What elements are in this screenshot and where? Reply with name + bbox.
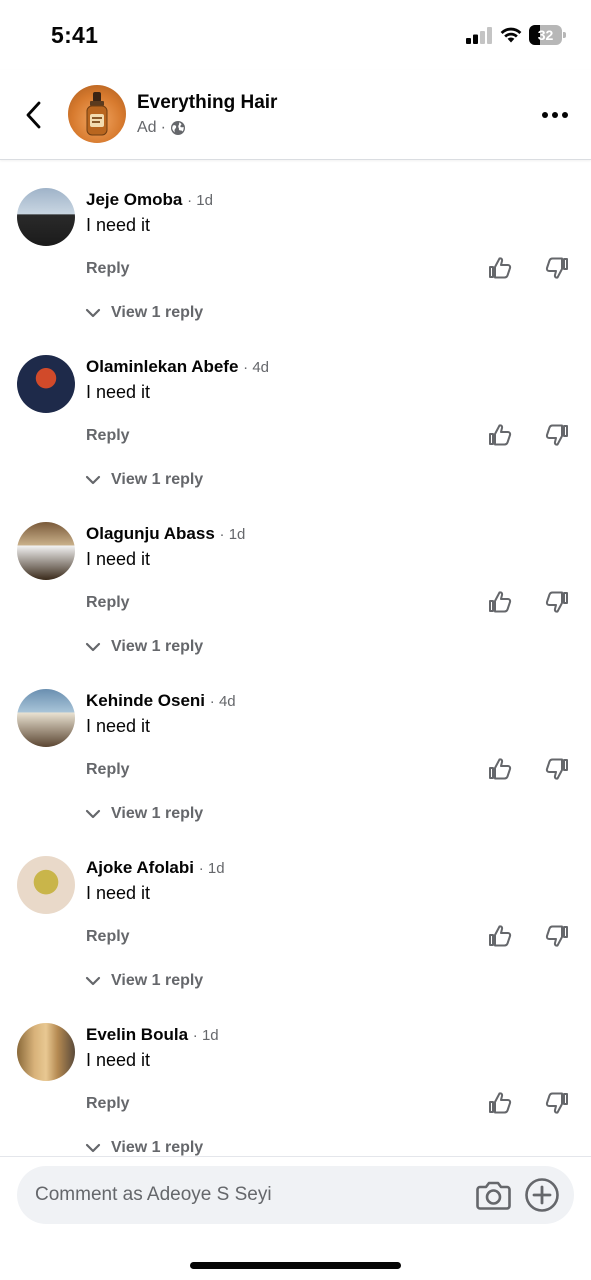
home-indicator — [190, 1262, 401, 1269]
view-replies-button[interactable]: View 1 reply — [85, 805, 203, 823]
commenter-name[interactable]: Olaminlekan Abefe · 4d — [86, 357, 269, 377]
thumbs-down-icon[interactable] — [544, 756, 570, 782]
comment-item: Kehinde Oseni · 4d I need it Reply View … — [0, 661, 591, 828]
thumbs-up-icon[interactable] — [487, 422, 513, 448]
chevron-down-icon — [85, 475, 101, 485]
reply-button[interactable]: Reply — [86, 761, 130, 779]
comment-text: I need it — [86, 215, 151, 235]
thumbs-up-icon[interactable] — [487, 589, 513, 615]
view-replies-label: View 1 reply — [111, 1139, 204, 1156]
view-replies-button[interactable]: View 1 reply — [85, 471, 203, 489]
reply-button[interactable]: Reply — [86, 928, 130, 946]
thumbs-down-icon[interactable] — [544, 589, 570, 615]
hair-oil-bottle-icon — [86, 92, 108, 136]
thumbs-up-icon[interactable] — [487, 756, 513, 782]
view-replies-label: View 1 reply — [111, 304, 204, 321]
view-replies-label: View 1 reply — [111, 972, 204, 989]
comment-item: Olaminlekan Abefe · 4d I need it Reply V… — [0, 327, 591, 494]
comment-text: I need it — [86, 382, 151, 402]
reply-button[interactable]: Reply — [86, 260, 130, 278]
commenter-name-text: Jeje Omoba — [86, 190, 183, 209]
chevron-down-icon — [85, 308, 101, 318]
globe-icon — [170, 121, 185, 135]
add-attachment-icon[interactable] — [524, 1177, 560, 1213]
page-avatar[interactable] — [68, 85, 126, 143]
comment-time-value: 1d — [207, 860, 225, 877]
comment-text: I need it — [86, 1050, 151, 1070]
comment-time: · 1d — [219, 526, 246, 543]
view-replies-label: View 1 reply — [111, 638, 204, 655]
comment-item: Evelin Boula · 1d I need it Reply View 1… — [0, 995, 591, 1156]
comment-item: Ajoke Afolabi · 1d I need it Reply View … — [0, 828, 591, 995]
view-replies-button[interactable]: View 1 reply — [85, 638, 203, 656]
thumbs-down-icon[interactable] — [544, 255, 570, 281]
view-replies-button[interactable]: View 1 reply — [85, 972, 203, 990]
commenter-avatar[interactable] — [17, 522, 75, 580]
commenter-name-text: Ajoke Afolabi — [86, 858, 194, 877]
commenter-avatar[interactable] — [17, 1023, 75, 1081]
thumbs-down-icon[interactable] — [544, 422, 570, 448]
more-options-icon[interactable] — [540, 108, 570, 122]
comment-time-value: 1d — [201, 1027, 219, 1044]
ad-label: Ad · — [137, 119, 186, 137]
comment-text: I need it — [86, 549, 151, 569]
comments-list: Jeje Omoba · 1d I need it Reply View 1 r… — [0, 160, 591, 1156]
chevron-down-icon — [85, 1143, 101, 1153]
comment-item: Jeje Omoba · 1d I need it Reply View 1 r… — [0, 160, 591, 327]
comment-time-value: 1d — [196, 192, 213, 209]
cellular-signal-icon — [466, 27, 492, 44]
commenter-avatar[interactable] — [17, 188, 75, 246]
thumbs-up-icon[interactable] — [487, 923, 513, 949]
commenter-name-text: Kehinde Oseni — [86, 691, 206, 710]
page-name[interactable]: Everything Hair — [137, 92, 277, 114]
comment-time: · 4d — [209, 693, 236, 710]
commenter-avatar[interactable] — [17, 856, 75, 914]
sponsored-label: Ad — [137, 119, 157, 136]
thumbs-up-icon[interactable] — [487, 1090, 513, 1116]
view-replies-button[interactable]: View 1 reply — [85, 1139, 203, 1156]
comment-time: · 1d — [198, 860, 225, 877]
comment-time-value: 4d — [252, 359, 270, 376]
comment-time-value: 4d — [218, 693, 236, 710]
reply-button[interactable]: Reply — [86, 1095, 130, 1113]
comment-time-value: 1d — [228, 526, 246, 543]
commenter-avatar[interactable] — [17, 689, 75, 747]
commenter-name[interactable]: Jeje Omoba · 1d — [86, 190, 213, 210]
separator-dot: · — [160, 119, 166, 136]
view-replies-button[interactable]: View 1 reply — [85, 304, 203, 322]
wifi-icon — [500, 27, 522, 43]
comment-composer — [0, 1156, 591, 1280]
camera-icon[interactable] — [476, 1179, 511, 1211]
view-replies-label: View 1 reply — [111, 471, 204, 488]
commenter-name[interactable]: Olagunju Abass · 1d — [86, 524, 245, 544]
thumbs-down-icon[interactable] — [544, 1090, 570, 1116]
commenter-avatar[interactable] — [17, 355, 75, 413]
status-bar: 5:41 32 — [0, 0, 591, 70]
commenter-name[interactable]: Evelin Boula · 1d — [86, 1025, 219, 1045]
post-header: Everything Hair Ad · — [0, 70, 591, 160]
thumbs-up-icon[interactable] — [487, 255, 513, 281]
commenter-name-text: Olagunju Abass — [86, 524, 215, 543]
chevron-down-icon — [85, 976, 101, 986]
comment-time: · 1d — [187, 192, 213, 209]
comment-time: · 4d — [243, 359, 270, 376]
chevron-down-icon — [85, 642, 101, 652]
reply-button[interactable]: Reply — [86, 427, 130, 445]
comment-item: Olagunju Abass · 1d I need it Reply View… — [0, 494, 591, 661]
battery-percent: 32 — [537, 27, 554, 43]
status-time: 5:41 — [51, 22, 99, 48]
commenter-name[interactable]: Ajoke Afolabi · 1d — [86, 858, 225, 878]
commenter-name-text: Olaminlekan Abefe — [86, 357, 239, 376]
chevron-down-icon — [85, 809, 101, 819]
comment-text: I need it — [86, 716, 151, 736]
commenter-name[interactable]: Kehinde Oseni · 4d — [86, 691, 236, 711]
commenter-name-text: Evelin Boula — [86, 1025, 189, 1044]
thumbs-down-icon[interactable] — [544, 923, 570, 949]
comment-time: · 1d — [192, 1027, 219, 1044]
view-replies-label: View 1 reply — [111, 805, 204, 822]
comment-text: I need it — [86, 883, 151, 903]
back-chevron-icon[interactable] — [20, 98, 48, 132]
reply-button[interactable]: Reply — [86, 594, 130, 612]
battery-indicator: 32 — [529, 25, 567, 45]
